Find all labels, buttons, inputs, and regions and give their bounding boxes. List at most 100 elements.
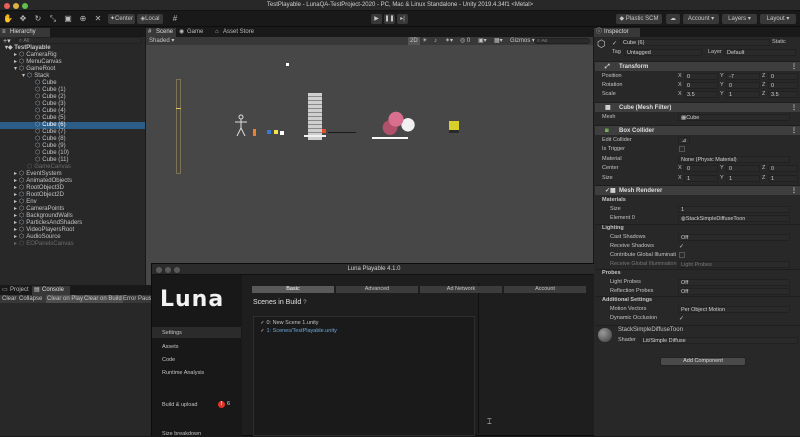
static-toggle[interactable]: Static [772,39,786,46]
luna-nav-size-breakdown[interactable]: Size breakdown [162,431,201,437]
scene-0-checkbox[interactable]: ✓ [260,321,265,326]
rotate-tool-icon[interactable]: ↻ [33,14,43,24]
probes-foldout[interactable]: Probes [602,269,621,277]
luna-tab-advanced[interactable]: Advanced [336,286,418,293]
hierarchy-item[interactable]: ▸ ⬡ BackgroundWalls [0,213,145,220]
console-clear-on-play-button[interactable]: Clear on Play [46,295,85,303]
hierarchy-item[interactable]: ⬡ Cube [0,80,145,87]
hierarchy-item[interactable]: ▸ ⬡ AudioSource [0,234,145,241]
custom-tool-icon[interactable]: ✕ [93,14,103,24]
hierarchy-item[interactable]: ▸ ⬡ EventSystem [0,171,145,178]
is-trigger-checkbox[interactable] [679,146,685,152]
add-component-button[interactable]: Add Component [660,357,746,366]
hierarchy-item[interactable]: ▾ ⬡ Stack [0,73,145,80]
hierarchy-item[interactable]: ⬡ Cube (9) [0,143,145,150]
rotation-x-field[interactable]: 0 [684,82,718,89]
rect-tool-icon[interactable]: ▣ [63,14,73,24]
hierarchy-item[interactable]: ⬡ Cube (2) [0,94,145,101]
position-z-field[interactable]: 0 [768,73,798,80]
layers-dropdown[interactable]: Layers ▾ [722,14,757,24]
scene-list-item[interactable]: ✓ 1: Scenes/TestPlayable.unity [260,328,336,334]
tab-inspector[interactable]: ⓘ Inspector [594,28,640,37]
hierarchy-item[interactable]: ⬡ GameCanvas [0,164,145,171]
hierarchy-item[interactable]: ▸ ⬡ Env [0,199,145,206]
luna-tab-basic[interactable]: Basic [252,286,334,293]
mesh-filter-header[interactable]: ▦ Cube (Mesh Filter) ⋮ [595,102,800,112]
grid-snap-icon[interactable]: # [170,14,180,24]
console-clear-on-build-button[interactable]: Clear on Build [83,295,123,303]
center-x-field[interactable]: 0 [684,165,718,172]
space-toggle[interactable]: ◈Local [137,14,163,24]
element-0-field[interactable]: ◍StackSimpleDiffuseToon [678,215,790,222]
receive-shadows-checkbox[interactable]: ✓ [679,243,684,250]
camera-dropdown-icon[interactable]: ▣▾ [478,37,487,45]
layer-dropdown[interactable]: Default [724,49,796,56]
hierarchy-item[interactable]: ▸ ⬡ CameraRig [0,52,145,59]
hierarchy-item[interactable]: ▸ ⬡ VideoPlayersRoot [0,227,145,234]
step-button[interactable]: ▸| [397,14,408,24]
gizmos-dropdown[interactable]: Gizmos ▾ [510,37,535,45]
size-x-field[interactable]: 1 [684,175,718,182]
hierarchy-item[interactable]: ▸ ⬡ EOPanelsCanvas [0,241,145,248]
center-z-field[interactable]: 0 [768,165,798,172]
hierarchy-item[interactable]: ▸ ⬡ MenuCanvas [0,59,145,66]
receive-gi-dropdown[interactable]: Light Probes [678,261,790,268]
add-object-icon[interactable]: +▾ [3,37,11,45]
hierarchy-item[interactable]: ⬡ Cube (6) [0,122,145,129]
dynamic-occlusion-checkbox[interactable]: ✓ [679,315,684,322]
motion-vectors-dropdown[interactable]: Per Object Motion [678,306,790,313]
component-menu-icon[interactable]: ⋮ [791,103,797,113]
tab-project[interactable]: ▭ Project [0,286,32,295]
plastic-scm-button[interactable]: ◆ Plastic SCM [616,14,662,24]
hierarchy-item[interactable]: ▸ ⬡ CameraPoints [0,206,145,213]
shader-dropdown[interactable]: Lit/Simple Diffuse [640,337,798,344]
mesh-field[interactable]: ▦Cube [678,114,790,121]
hierarchy-item[interactable]: ⬡ Cube (11) [0,157,145,164]
position-y-field[interactable]: -7 [726,73,760,80]
transform-header[interactable]: ⤢ Transform ⋮ [595,61,800,71]
light-probes-dropdown[interactable]: Off [678,279,790,286]
effects-dropdown-icon[interactable]: ✶▾ [445,37,453,45]
materials-foldout[interactable]: Materials [602,196,626,204]
mesh-renderer-header[interactable]: ✓▦ Mesh Renderer ⋮ [595,185,800,195]
hierarchy-item[interactable]: ⬡ Cube (1) [0,87,145,94]
scene-1-checkbox[interactable]: ✓ [260,329,265,334]
center-y-field[interactable]: 0 [726,165,760,172]
console-error-pause-button[interactable]: Error Pause [123,295,151,303]
pivot-toggle[interactable]: ✦Center [108,14,135,24]
luna-nav-code[interactable]: Code [162,357,175,363]
luna-nav-settings[interactable]: Settings [162,330,182,336]
audio-toggle-icon[interactable]: ♪ [434,37,437,45]
luna-nav-runtime-analysis[interactable]: Runtime Analysis [162,370,204,376]
2d-toggle[interactable]: 2D [408,37,420,45]
tab-scene[interactable]: # Scene [146,28,176,37]
hand-tool-icon[interactable]: ✋ [3,14,13,24]
edit-collider-button[interactable]: ⊿ [678,137,690,144]
play-button[interactable]: ▶ [371,14,382,24]
material-field[interactable]: None (Physic Material) [678,156,790,163]
hierarchy-item[interactable]: ⬡ Cube (7) [0,129,145,136]
luna-tab-ad-network[interactable]: Ad Network [420,286,502,293]
size-y-field[interactable]: 1 [726,175,760,182]
hierarchy-item[interactable]: ⬡ Cube (10) [0,150,145,157]
hierarchy-scene-root[interactable]: ▾◆ TestPlayable [0,45,145,52]
lighting-foldout[interactable]: Lighting [602,224,624,232]
size-z-field[interactable]: 1 [768,175,798,182]
scale-z-field[interactable]: 3.5 [768,91,798,98]
hidden-objects-icon[interactable]: ◎ 0 [460,37,470,45]
luna-nav-assets[interactable]: Assets [162,344,179,350]
tab-asset-store[interactable]: ⌂ Asset Store [213,28,261,37]
hierarchy-item[interactable]: ▸ ⬡ ParticlesAndShaders [0,220,145,227]
scale-x-field[interactable]: 3.5 [684,91,718,98]
hierarchy-item[interactable]: ▸ ⬡ AnimatedObjects [0,178,145,185]
luna-tab-account[interactable]: Account [504,286,586,293]
lighting-toggle-icon[interactable]: ☀ [422,37,427,45]
component-menu-icon[interactable]: ⋮ [791,62,797,72]
additional-settings-foldout[interactable]: Additional Settings [602,296,652,304]
contribute-gi-checkbox[interactable] [679,252,685,258]
transform-tool-icon[interactable]: ⊕ [78,14,88,24]
hierarchy-item[interactable]: ▾ ⬡ GameRoot [0,66,145,73]
position-x-field[interactable]: 0 [684,73,718,80]
account-dropdown[interactable]: Account ▾ [683,14,719,24]
reflection-probes-dropdown[interactable]: Off [678,288,790,295]
